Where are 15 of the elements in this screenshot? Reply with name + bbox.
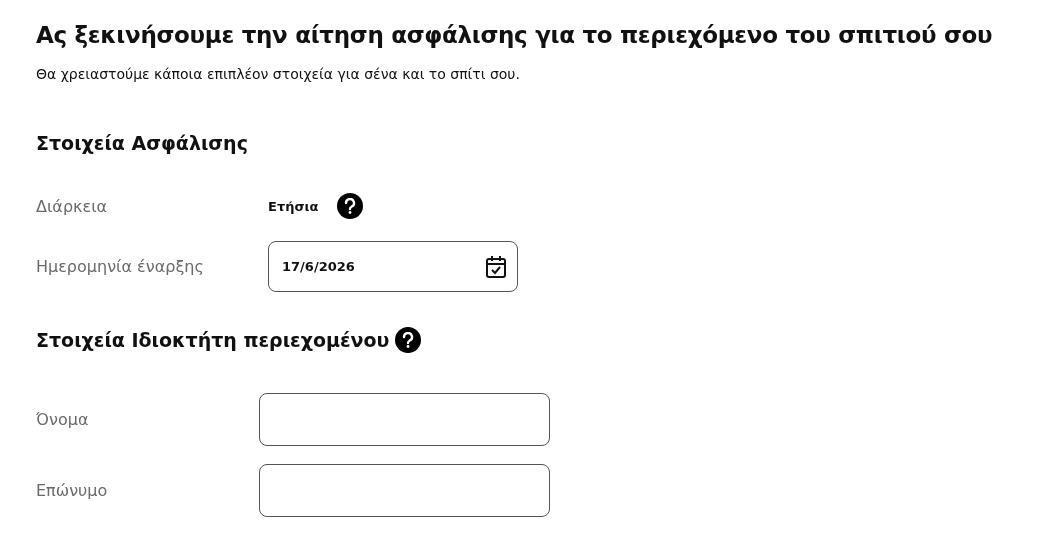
- section-heading: Στοιχεία Ιδιοκτήτη περιεχομένου: [36, 329, 390, 351]
- input-field[interactable]: [259, 464, 550, 517]
- help-icon[interactable]: [336, 193, 363, 219]
- field-label: Διάρκεια: [36, 196, 109, 216]
- date-field[interactable]: 17/6/2026: [268, 241, 518, 292]
- field-label: Όνομα: [36, 410, 90, 429]
- field-value: Ετήσια: [268, 198, 319, 214]
- page-subtitle: Θα χρειαστούμε κάποια επιπλέον στοιχεία για σένα και το σπίτι σου.: [36, 66, 521, 82]
- calendar-icon[interactable]: [485, 254, 507, 279]
- field-label: Ημερομηνία έναρξης: [36, 257, 205, 276]
- field-label: Επώνυμο: [36, 481, 109, 500]
- help-icon[interactable]: [395, 327, 422, 353]
- section-heading: Στοιχεία Ασφάλισης: [36, 132, 248, 154]
- page-title: Ας ξεκινήσουμε την αίτηση ασφάλισης για το περιεχόμενο του σπιτιού σου: [36, 22, 994, 48]
- input-field[interactable]: [259, 393, 550, 446]
